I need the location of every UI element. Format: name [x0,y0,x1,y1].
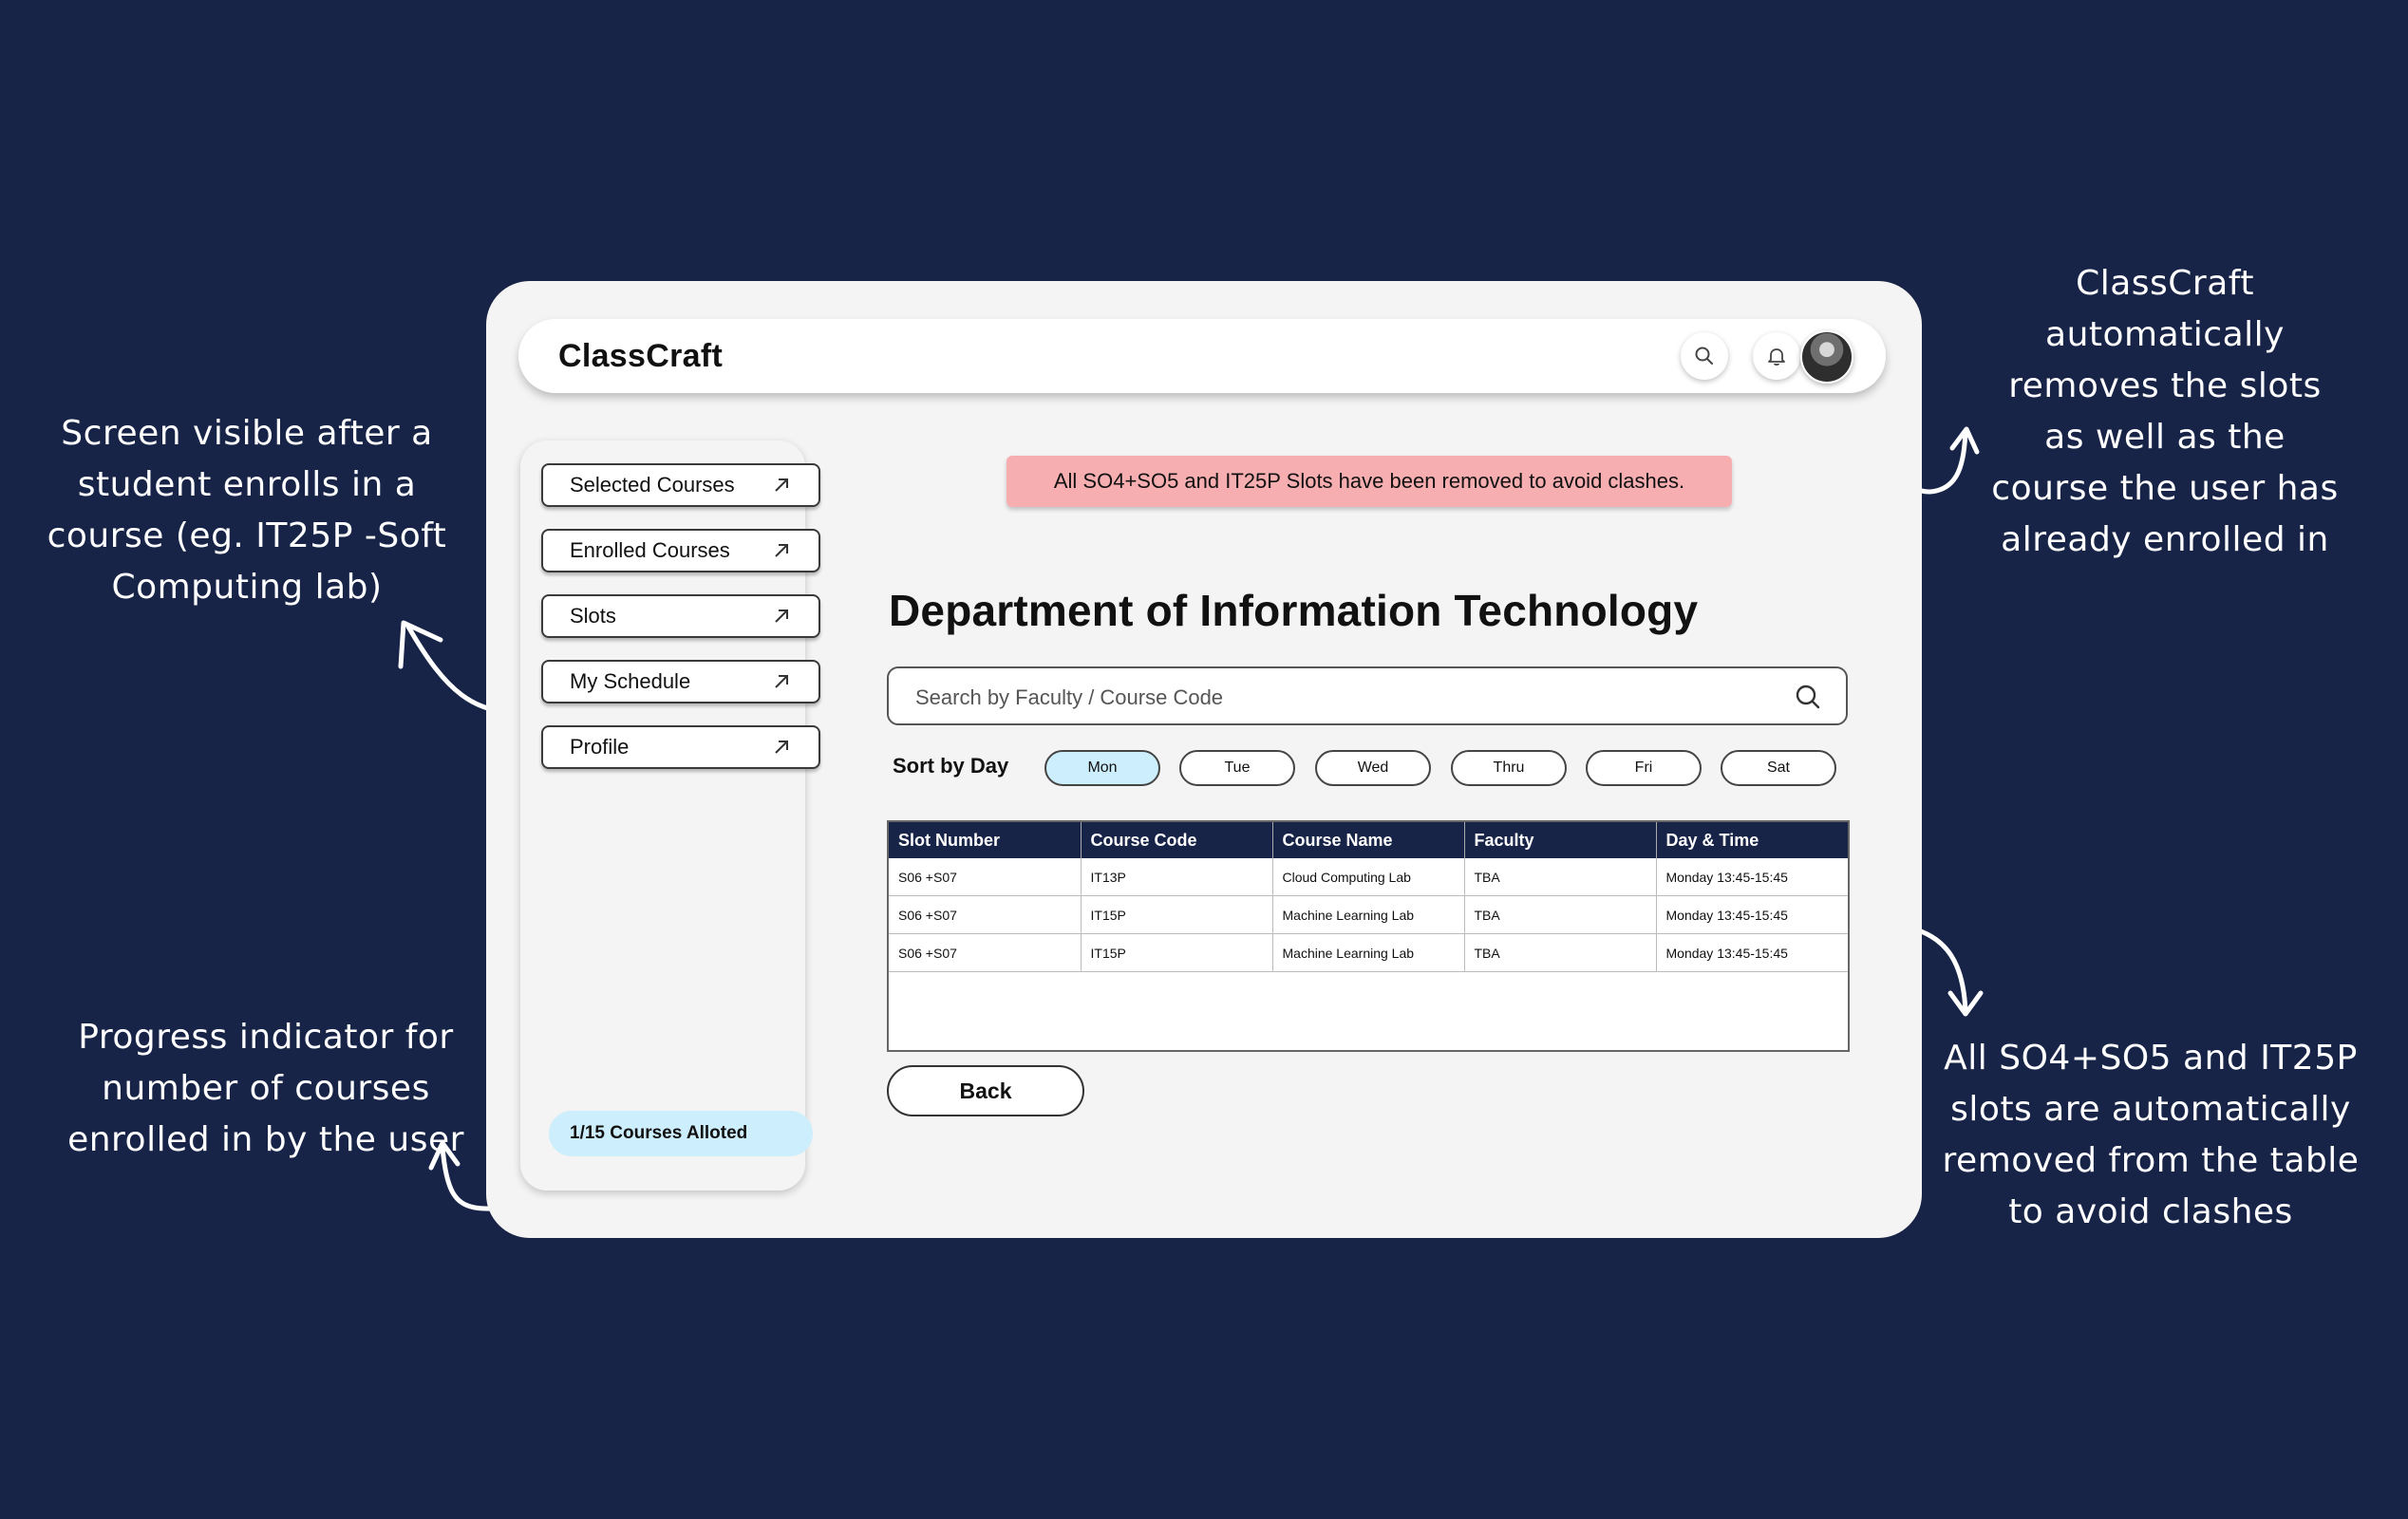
annotation-right-bottom: All SO4+SO5 and IT25P slots are automati… [1942,1039,2360,1231]
column-header-faculty[interactable]: Faculty [1464,822,1657,858]
sidebar-item-selected-courses[interactable]: Selected Courses [541,463,820,507]
back-button[interactable]: Back [887,1065,1084,1116]
cell-day-time: Monday 13:45-15:45 [1656,933,1848,972]
annotation-right-top: ClassCraft automatically removes the slo… [1991,264,2339,559]
user-avatar[interactable] [1800,330,1853,384]
clash-alert-banner: All SO4+SO5 and IT25P Slots have been re… [1006,456,1732,507]
sidebar-item-label: My Schedule [570,669,691,693]
top-bar: ClassCraft [518,319,1886,393]
table-header-row: Slot Number Course Code Course Name Facu… [889,822,1848,858]
sort-by-day-label: Sort by Day [893,754,1009,778]
cell-faculty: TBA [1464,933,1657,972]
cell-slot-number: S06 +S07 [889,895,1082,934]
sidebar-item-slots[interactable]: Slots [541,594,820,638]
arrow-up-right-icon [775,675,788,688]
cell-course-name: Machine Learning Lab [1272,933,1465,972]
sidebar-item-profile[interactable]: Profile [541,725,820,769]
cell-day-time: Monday 13:45-15:45 [1656,858,1848,896]
arrow-up-right-icon [775,478,788,492]
cell-course-code: IT15P [1081,895,1273,934]
courses-progress-indicator: 1/15 Courses Alloted [549,1111,813,1156]
column-header-course-name[interactable]: Course Name [1272,822,1465,858]
cell-faculty: TBA [1464,858,1657,896]
cell-slot-number: S06 +S07 [889,858,1082,896]
page-title: Department of Information Technology [889,586,1699,635]
cell-course-name: Cloud Computing Lab [1272,858,1465,896]
table-row[interactable]: S06 +S07 IT13P Cloud Computing Lab TBA M… [889,858,1848,896]
sidebar-item-label: Slots [570,604,616,628]
search-icon[interactable] [1795,684,1821,710]
column-header-course-code[interactable]: Course Code [1081,822,1273,858]
cell-faculty: TBA [1464,895,1657,934]
column-header-day-time[interactable]: Day & Time [1656,822,1848,858]
bell-icon [1768,348,1785,366]
cell-course-name: Machine Learning Lab [1272,895,1465,934]
column-header-slot-number[interactable]: Slot Number [889,822,1082,858]
search-bar[interactable] [887,666,1848,725]
arrow-up-right-icon [775,609,788,623]
cell-course-code: IT15P [1081,933,1273,972]
brand-logo[interactable]: ClassCraft [558,338,723,375]
sidebar-item-label: Profile [570,735,630,759]
search-input[interactable] [913,680,1772,716]
day-filter-fri[interactable]: Fri [1586,750,1702,786]
sidebar-item-my-schedule[interactable]: My Schedule [541,660,820,703]
sidebar-item-enrolled-courses[interactable]: Enrolled Courses [541,529,820,572]
cell-slot-number: S06 +S07 [889,933,1082,972]
day-filter-tue[interactable]: Tue [1179,750,1295,786]
arrow-up-right-icon [775,741,788,754]
day-filter-sat[interactable]: Sat [1721,750,1836,786]
annotation-left-top: Screen visible after a student enrolls i… [47,414,447,607]
sidebar-item-label: Enrolled Courses [570,538,730,562]
search-button[interactable] [1681,332,1728,380]
sidebar-item-label: Selected Courses [570,473,735,497]
sidebar: Selected Courses Enrolled Courses Slots … [520,441,820,1191]
search-icon [1695,347,1713,365]
notifications-button[interactable] [1753,332,1800,380]
app-window: ClassCraft Selected Courses Enrolled Cou… [486,281,1922,1238]
slots-table: Slot Number Course Code Course Name Facu… [887,820,1850,1052]
table-row[interactable]: S06 +S07 IT15P Machine Learning Lab TBA … [889,933,1848,972]
arrow-up-right-icon [775,544,788,557]
day-filter-wed[interactable]: Wed [1315,750,1431,786]
cell-course-code: IT13P [1081,858,1273,896]
cell-day-time: Monday 13:45-15:45 [1656,895,1848,934]
day-filter-mon[interactable]: Mon [1044,750,1160,786]
day-filter-thru[interactable]: Thru [1451,750,1567,786]
table-row[interactable]: S06 +S07 IT15P Machine Learning Lab TBA … [889,895,1848,934]
